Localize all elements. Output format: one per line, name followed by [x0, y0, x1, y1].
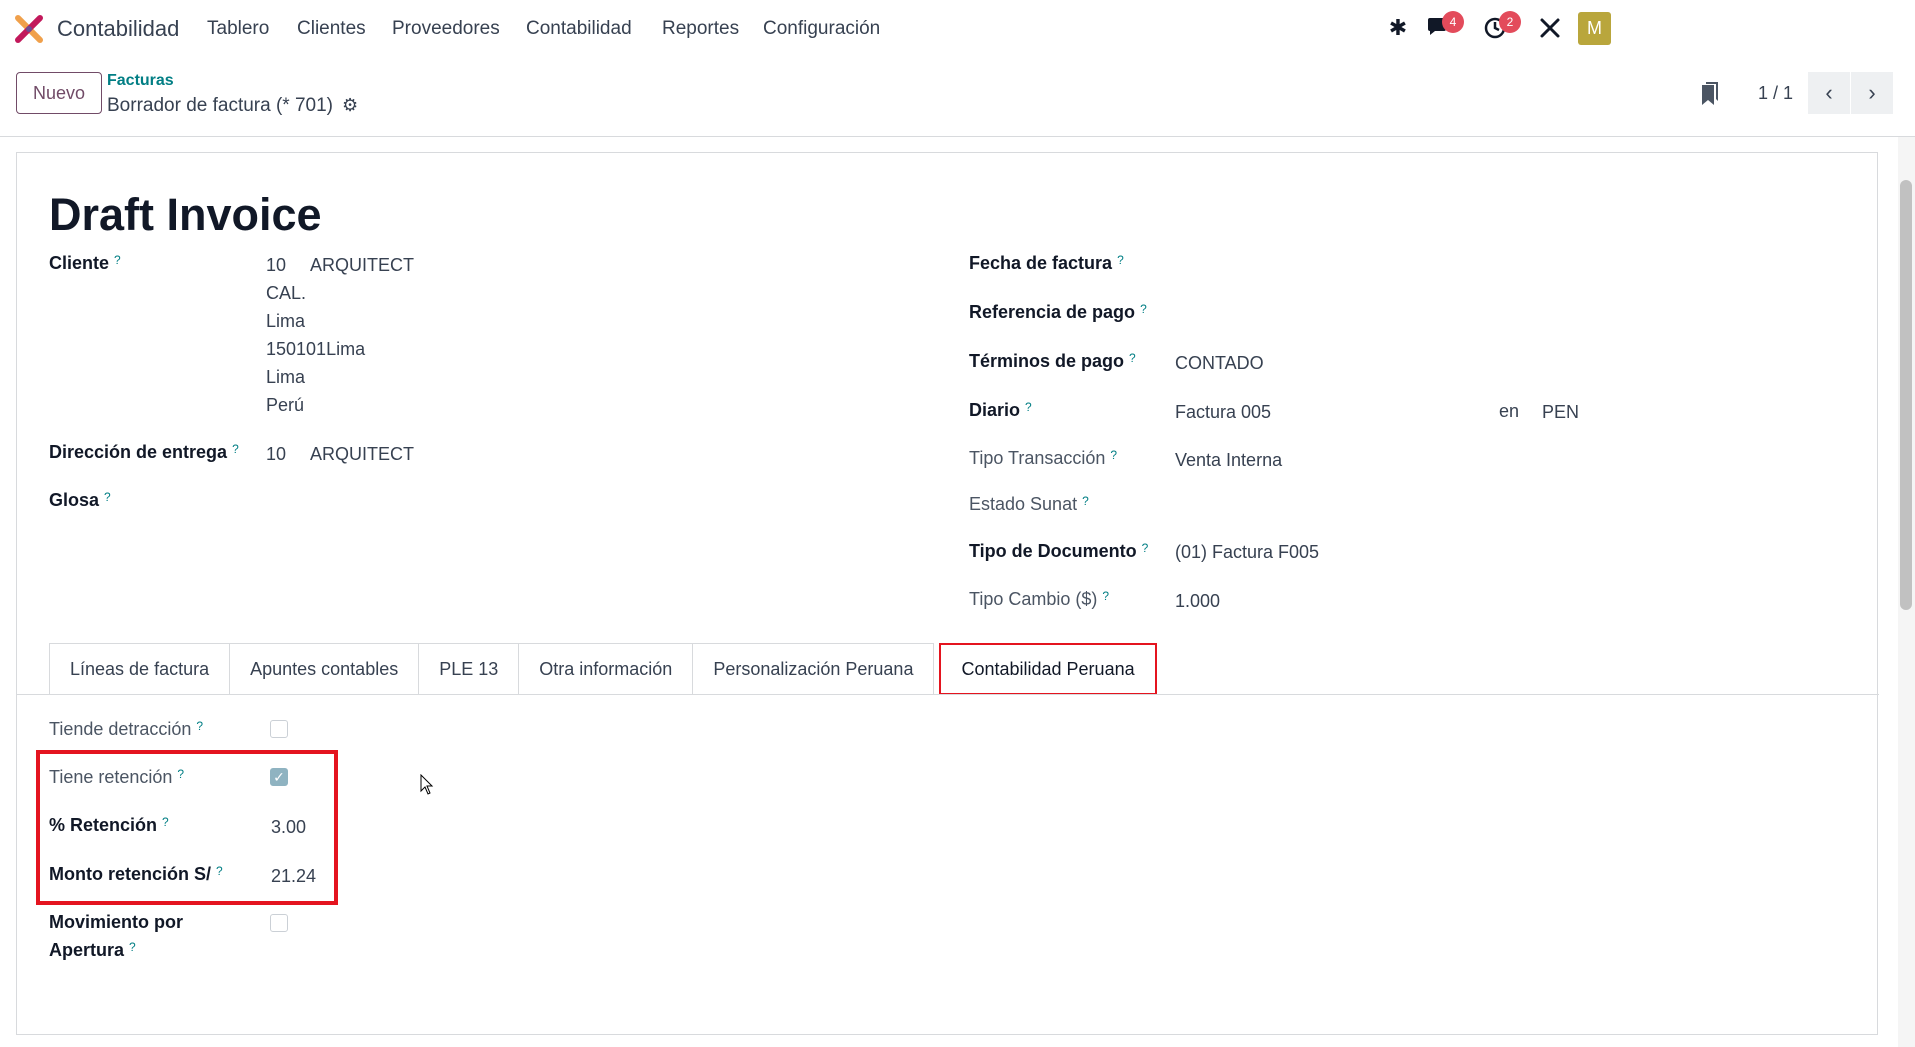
menu-contabilidad[interactable]: Contabilidad: [526, 18, 632, 40]
cliente-label: Cliente?: [49, 253, 121, 273]
tiene-detraccion-label: Tiende detracción?: [49, 719, 204, 739]
diario-label: Diario?: [969, 400, 1032, 420]
cliente-address-line: Perú: [266, 395, 305, 415]
cliente-address-line: Lima: [266, 367, 306, 387]
diario-value[interactable]: Factura 005: [1175, 402, 1271, 423]
menu-reportes[interactable]: Reportes: [662, 18, 739, 40]
tab-ple-13[interactable]: PLE 13: [418, 643, 520, 695]
retention-highlight-box: [36, 750, 338, 905]
tab-lineas-factura[interactable]: Líneas de factura: [49, 643, 231, 695]
record-title: Draft Invoice: [49, 189, 322, 240]
top-navbar: Contabilidad Tablero Clientes Proveedore…: [0, 0, 1915, 57]
cliente-code[interactable]: 10: [266, 255, 286, 276]
gear-icon[interactable]: ⚙: [342, 95, 358, 116]
messages-badge: 4: [1442, 11, 1464, 33]
breadcrumb-current: Borrador de factura (* 701): [107, 95, 334, 116]
pager-value[interactable]: 1 / 1: [1758, 83, 1793, 104]
tipo-cambio-value[interactable]: 1.000: [1175, 591, 1220, 612]
movimiento-apertura-checkbox[interactable]: [270, 914, 288, 932]
tipo-transaccion-value[interactable]: Venta Interna: [1175, 450, 1282, 471]
entrega-name[interactable]: ARQUITECT: [310, 444, 414, 465]
tools-icon[interactable]: [1536, 14, 1564, 42]
diario-en-label: en: [1499, 401, 1520, 421]
cliente-address-line: 150101Lima: [266, 339, 366, 359]
cliente-address-line: CAL.: [266, 283, 307, 303]
glosa-label: Glosa?: [49, 490, 111, 510]
control-panel: Nuevo Facturas Borrador de factura (* 70…: [0, 57, 1915, 137]
app-name[interactable]: Contabilidad: [57, 16, 179, 42]
terminos-pago-label: Términos de pago?: [969, 351, 1136, 371]
tab-apuntes-contables[interactable]: Apuntes contables: [229, 643, 420, 695]
app-logo-icon[interactable]: [14, 14, 44, 44]
menu-tablero[interactable]: Tablero: [207, 18, 269, 40]
menu-clientes[interactable]: Clientes: [297, 18, 366, 40]
menu-proveedores[interactable]: Proveedores: [392, 18, 500, 40]
terminos-pago-value[interactable]: CONTADO: [1175, 353, 1264, 374]
bookmark-icon[interactable]: [1700, 81, 1720, 107]
mouse-cursor-icon: [420, 774, 434, 795]
user-avatar[interactable]: M: [1578, 12, 1611, 45]
tipo-transaccion-label: Tipo Transacción?: [969, 448, 1118, 468]
new-button[interactable]: Nuevo: [16, 72, 102, 114]
referencia-pago-label: Referencia de pago?: [969, 302, 1147, 322]
notebook-tabs: Líneas de factura Apuntes contables PLE …: [49, 643, 1157, 695]
activities-badge: 2: [1499, 11, 1521, 33]
entrega-label: Dirección de entrega?: [49, 442, 239, 462]
estado-sunat-label: Estado Sunat?: [969, 494, 1089, 514]
cliente-name[interactable]: ARQUITECT: [310, 255, 414, 276]
tipo-documento-label: Tipo de Documento?: [969, 541, 1149, 561]
tab-otra-informacion[interactable]: Otra información: [518, 643, 694, 695]
entrega-code[interactable]: 10: [266, 444, 286, 465]
tab-contabilidad-peruana[interactable]: Contabilidad Peruana: [939, 643, 1157, 695]
fecha-factura-label: Fecha de factura?: [969, 253, 1124, 273]
pager-previous-button[interactable]: ‹: [1808, 72, 1850, 114]
currency-value[interactable]: PEN: [1542, 402, 1579, 423]
scrollbar-thumb[interactable]: [1900, 180, 1912, 610]
tabs-divider: [17, 694, 1879, 695]
tipo-documento-value[interactable]: (01) Factura F005: [1175, 542, 1319, 563]
tipo-cambio-label: Tipo Cambio ($)?: [969, 589, 1110, 609]
pager-next-button[interactable]: ›: [1851, 72, 1893, 114]
tab-personalizacion-peruana[interactable]: Personalización Peruana: [692, 643, 935, 695]
tiene-detraccion-checkbox[interactable]: [270, 720, 288, 738]
movimiento-apertura-label-1: Movimiento por: [49, 912, 183, 932]
menu-configuracion[interactable]: Configuración: [763, 18, 880, 40]
breadcrumb-parent[interactable]: Facturas: [107, 72, 174, 90]
movimiento-apertura-label-2: Apertura?: [49, 940, 136, 960]
cliente-address-line: Lima: [266, 311, 306, 331]
form-sheet: Draft Invoice Cliente? 10 ARQUITECT CAL.…: [16, 152, 1879, 1035]
debug-icon[interactable]: ✱: [1384, 14, 1412, 42]
